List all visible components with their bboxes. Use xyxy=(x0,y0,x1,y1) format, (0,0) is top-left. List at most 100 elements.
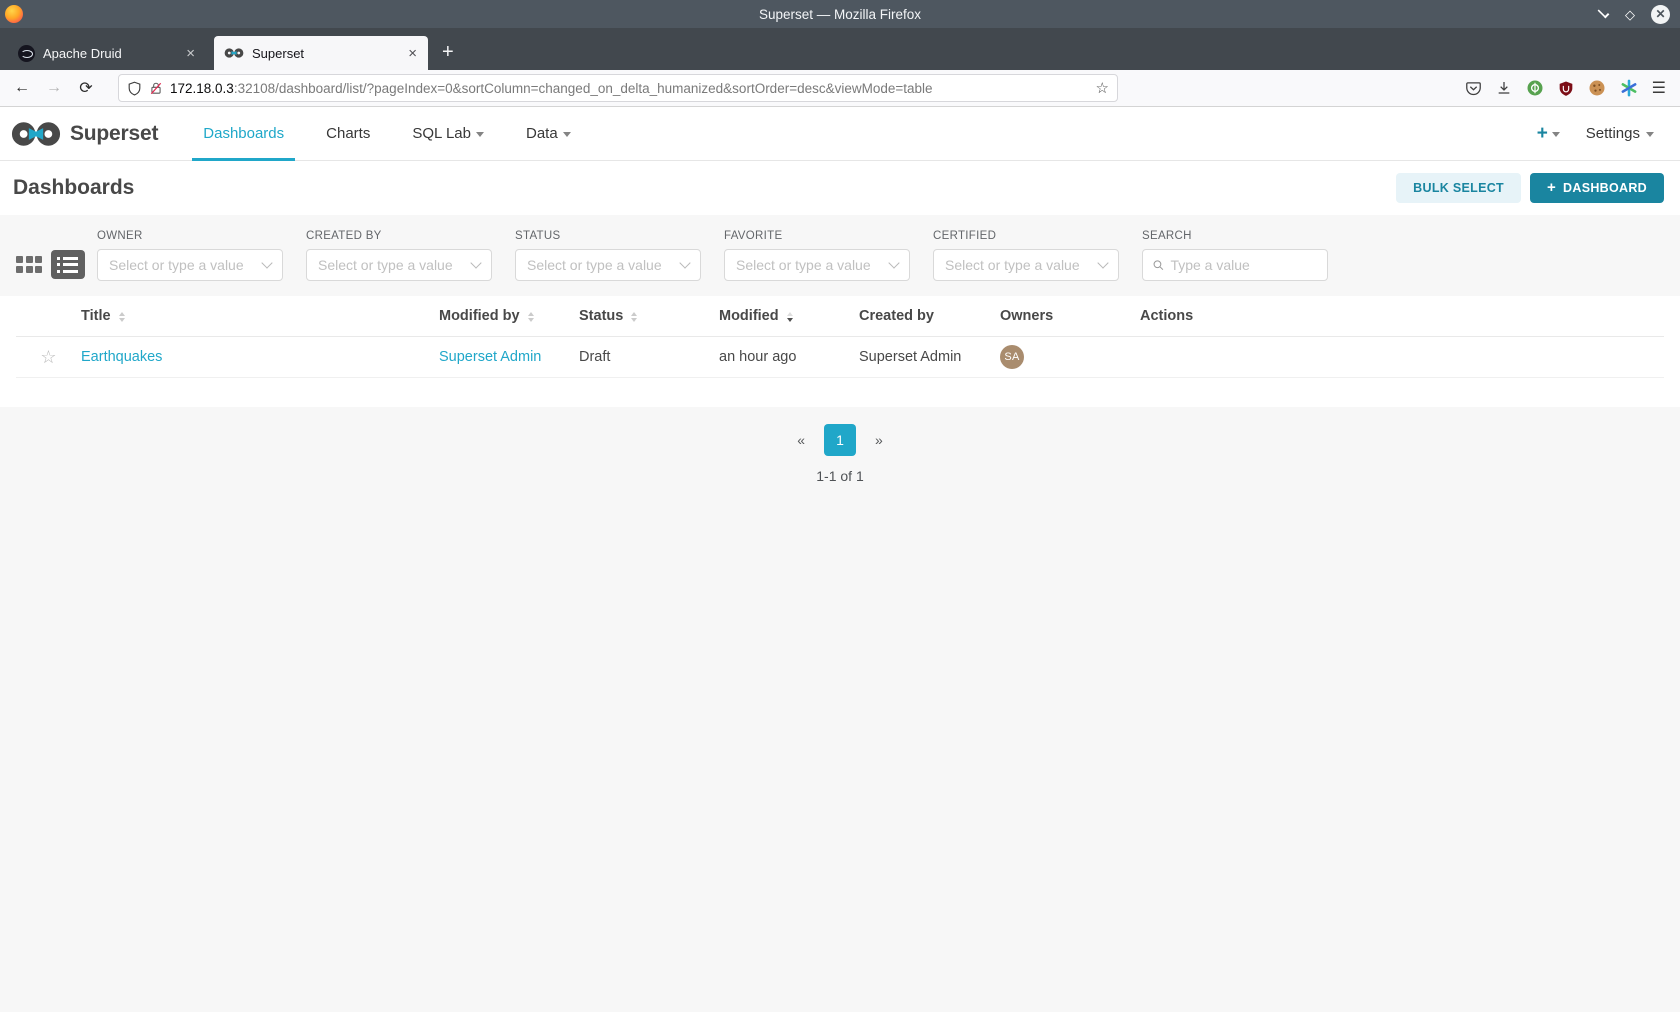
nav-item-data[interactable]: Data xyxy=(505,107,592,160)
filter-owner: OWNER Select or type a value xyxy=(97,230,283,281)
nav-item-charts[interactable]: Charts xyxy=(305,107,391,160)
filter-label: CREATED BY xyxy=(306,230,382,242)
search-icon xyxy=(1153,260,1164,271)
bookmark-star-icon[interactable]: ☆ xyxy=(1096,79,1109,97)
sort-icon[interactable] xyxy=(118,311,125,322)
bulk-select-button[interactable]: BULK SELECT xyxy=(1396,173,1521,203)
sort-icon[interactable] xyxy=(527,311,534,322)
filter-created-by: CREATED BY Select or type a value xyxy=(306,230,492,281)
chevron-down-icon xyxy=(888,257,900,269)
window-titlebar: Superset — Mozilla Firefox ◇ ✕ xyxy=(0,0,1680,28)
menu-icon[interactable]: ☰ xyxy=(1652,78,1666,98)
status-select[interactable]: Select or type a value xyxy=(515,249,701,281)
prev-page-button[interactable]: « xyxy=(797,432,805,448)
column-header-modified-by[interactable]: Modified by xyxy=(439,308,579,324)
dashboard-title-link[interactable]: Earthquakes xyxy=(81,349,162,365)
chevron-down-icon xyxy=(562,132,571,137)
superset-navbar: Superset Dashboards Charts SQL Lab Data … xyxy=(0,107,1680,161)
tab-bar: Apache Druid × Superset × + xyxy=(0,28,1680,70)
filter-favorite: FAVORITE Select or type a value xyxy=(724,230,910,281)
table-row: ☆ Earthquakes Superset Admin Draft an ho… xyxy=(16,337,1664,378)
search-input[interactable] xyxy=(1170,257,1318,273)
chevron-down-icon xyxy=(470,257,482,269)
window-title: Superset — Mozilla Firefox xyxy=(758,6,922,22)
chevron-down-icon xyxy=(261,257,273,269)
tab-label: Superset xyxy=(252,45,305,61)
brand-name: Superset xyxy=(70,121,159,145)
next-page-button[interactable]: » xyxy=(875,432,883,448)
url-bar[interactable]: 172.18.0.3:32108/dashboard/list/?pageInd… xyxy=(118,74,1118,102)
chevron-down-icon xyxy=(1646,132,1654,137)
tab-apache-druid[interactable]: Apache Druid × xyxy=(8,36,206,70)
insecure-lock-icon[interactable] xyxy=(149,81,163,96)
main-nav: Dashboards Charts SQL Lab Data xyxy=(182,107,592,161)
column-header-created-by: Created by xyxy=(859,308,934,324)
url-host: 172.18.0.3 xyxy=(170,80,234,96)
url-path: :32108/dashboard/list/?pageIndex=0&sortC… xyxy=(233,80,933,96)
close-window-icon[interactable]: ✕ xyxy=(1651,4,1670,24)
plus-icon: + xyxy=(1536,122,1548,144)
chevron-down-icon xyxy=(476,132,484,137)
minimize-icon[interactable] xyxy=(1597,6,1610,18)
modified-by-link[interactable]: Superset Admin xyxy=(439,349,541,365)
filter-label: FAVORITE xyxy=(724,230,783,242)
column-header-status[interactable]: Status xyxy=(579,308,719,324)
owner-avatar[interactable]: SA xyxy=(1000,345,1024,369)
reload-icon[interactable]: ⟳ xyxy=(72,75,100,101)
filter-search: SEARCH xyxy=(1142,230,1328,281)
chevron-down-icon xyxy=(679,257,691,269)
filter-label: SEARCH xyxy=(1142,230,1192,242)
back-icon[interactable]: ← xyxy=(8,75,36,101)
filter-status: STATUS Select or type a value xyxy=(515,230,701,281)
column-header-owners: Owners xyxy=(1000,308,1054,324)
favorite-select[interactable]: Select or type a value xyxy=(724,249,910,281)
settings-menu[interactable]: Settings xyxy=(1586,125,1654,142)
filter-bar: OWNER Select or type a value CREATED BY … xyxy=(0,215,1680,296)
nav-item-dashboards[interactable]: Dashboards xyxy=(182,107,305,161)
new-tab-button[interactable]: + xyxy=(428,41,466,70)
tab-superset[interactable]: Superset × xyxy=(214,36,428,70)
extension-asterisk-icon[interactable] xyxy=(1620,79,1638,97)
maximize-icon[interactable]: ◇ xyxy=(1625,8,1635,21)
chevron-down-icon xyxy=(1097,257,1109,269)
forward-icon[interactable]: → xyxy=(40,75,68,101)
column-header-modified[interactable]: Modified xyxy=(719,308,859,324)
certified-select[interactable]: Select or type a value xyxy=(933,249,1119,281)
pocket-icon[interactable] xyxy=(1465,80,1482,97)
dashboards-table: Title Modified by Status Modified Create… xyxy=(0,296,1680,407)
extension-green-icon[interactable] xyxy=(1526,79,1544,97)
superset-favicon xyxy=(224,47,244,59)
modified-value: an hour ago xyxy=(719,349,797,365)
filter-label: OWNER xyxy=(97,230,143,242)
superset-logo-icon xyxy=(11,121,61,146)
sort-desc-icon[interactable] xyxy=(786,311,793,322)
table-header-row: Title Modified by Status Modified Create… xyxy=(16,296,1664,337)
column-header-title[interactable]: Title xyxy=(81,308,439,324)
shield-icon[interactable] xyxy=(127,81,142,96)
new-item-menu[interactable]: + xyxy=(1537,123,1560,145)
close-tab-icon[interactable]: × xyxy=(405,45,420,62)
favorite-star-icon[interactable]: ☆ xyxy=(40,347,56,368)
plus-icon: + xyxy=(1546,179,1557,196)
card-view-icon[interactable] xyxy=(16,256,42,273)
page-1-button[interactable]: 1 xyxy=(824,424,856,456)
filter-label: CERTIFIED xyxy=(933,230,997,242)
url-text[interactable]: 172.18.0.3:32108/dashboard/list/?pageInd… xyxy=(170,81,1089,96)
pagination-summary: 1-1 of 1 xyxy=(816,468,864,484)
cookie-icon[interactable] xyxy=(1588,79,1606,97)
owner-select[interactable]: Select or type a value xyxy=(97,249,283,281)
sort-icon[interactable] xyxy=(631,311,638,322)
filter-label: STATUS xyxy=(515,230,561,242)
close-tab-icon[interactable]: × xyxy=(183,45,198,62)
list-view-icon[interactable] xyxy=(51,250,85,279)
download-icon[interactable] xyxy=(1496,80,1512,96)
superset-brand[interactable]: Superset xyxy=(10,121,158,147)
ublock-origin-icon[interactable] xyxy=(1558,80,1574,97)
created-by-select[interactable]: Select or type a value xyxy=(306,249,492,281)
page-header: Dashboards BULK SELECT + DASHBOARD xyxy=(0,161,1680,215)
new-dashboard-button[interactable]: + DASHBOARD xyxy=(1529,173,1664,203)
pagination: « 1 » xyxy=(0,424,1680,456)
tab-label: Apache Druid xyxy=(43,45,122,61)
nav-item-sql-lab[interactable]: SQL Lab xyxy=(391,107,505,160)
column-header-actions: Actions xyxy=(1140,308,1194,324)
